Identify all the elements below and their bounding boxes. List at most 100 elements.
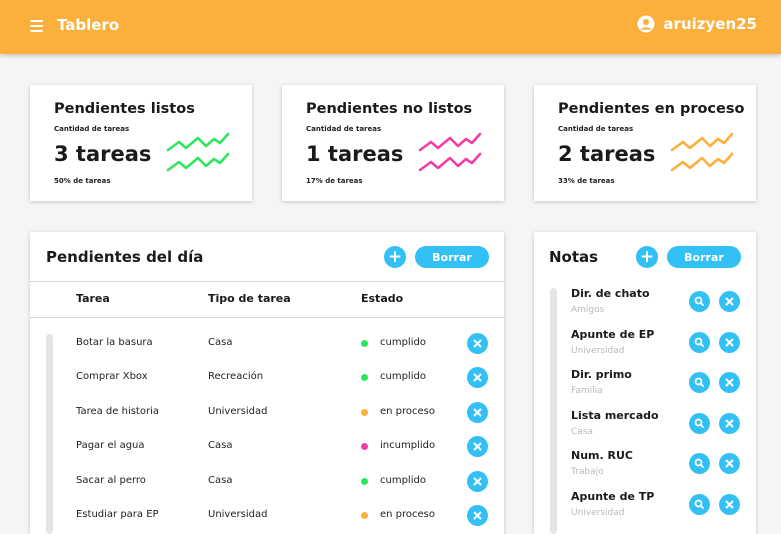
list-item: Dir. de chato Amigos — [534, 287, 756, 327]
close-icon — [473, 511, 482, 520]
stat-value: 2 tareas — [558, 142, 656, 166]
view-note-button[interactable] — [689, 494, 710, 515]
list-item: Dir. primo Familia — [534, 368, 756, 408]
table-row: Comprar Xbox Recreación cumplido — [30, 366, 504, 390]
task-status: en proceso — [380, 509, 436, 520]
task-name: Pagar el agua — [76, 440, 145, 451]
user-menu[interactable]: aruizyen25 — [637, 15, 757, 33]
task-status: en proceso — [380, 406, 436, 417]
tasks-panel: Pendientes del día + Borrar Tarea Tipo d… — [30, 232, 504, 534]
divider — [30, 281, 504, 282]
delete-task-button[interactable] — [467, 333, 488, 354]
table-row: Estudiar para EP Universidad en proceso — [30, 504, 504, 528]
top-bar: Tablero aruizyen25 — [0, 0, 781, 54]
status-dot — [361, 512, 368, 519]
view-note-button[interactable] — [689, 453, 710, 474]
search-icon — [694, 337, 704, 347]
delete-note-button[interactable] — [719, 291, 740, 312]
add-note-button[interactable]: + — [636, 246, 658, 268]
delete-note-button[interactable] — [719, 494, 740, 515]
note-title: Lista mercado — [571, 409, 659, 422]
notes-panel: Notas + Borrar Dir. de chato Amigos Apun… — [534, 232, 756, 534]
plus-icon: + — [387, 246, 403, 267]
table-row: Sacar al perro Casa cumplido — [30, 470, 504, 494]
note-title: Dir. primo — [571, 368, 632, 381]
close-icon — [725, 419, 734, 428]
view-note-button[interactable] — [689, 413, 710, 434]
close-icon — [473, 408, 482, 417]
note-title: Num. RUC — [571, 449, 633, 462]
task-type: Casa — [208, 337, 233, 348]
table-row: Botar la basura Casa cumplido — [30, 332, 504, 356]
note-title: Apunte de TP — [571, 490, 655, 503]
stat-subtitle: Cantidad de tareas — [558, 125, 634, 133]
close-icon — [725, 297, 734, 306]
status-dot — [361, 374, 368, 381]
task-name: Comprar Xbox — [76, 371, 148, 382]
status-dot — [361, 340, 368, 347]
status-dot — [361, 443, 368, 450]
trend-line-icon — [166, 132, 230, 172]
username: aruizyen25 — [663, 15, 757, 33]
note-category: Casa — [571, 427, 594, 437]
task-name: Tarea de historia — [76, 406, 159, 417]
view-note-button[interactable] — [689, 332, 710, 353]
list-item: Lista mercado Casa — [534, 409, 756, 449]
task-name: Botar la basura — [76, 337, 153, 348]
note-category: Familia — [571, 386, 603, 396]
delete-task-button[interactable] — [467, 471, 488, 492]
note-category: Amigos — [571, 305, 605, 315]
task-name: Sacar al perro — [76, 475, 146, 486]
close-icon — [725, 459, 734, 468]
close-icon — [473, 373, 482, 382]
note-title: Dir. de chato — [571, 287, 650, 300]
column-header-type: Tipo de tarea — [208, 292, 291, 305]
task-type: Universidad — [208, 509, 268, 520]
note-category: Trabajo — [571, 467, 604, 477]
task-status: cumplido — [380, 475, 426, 486]
close-icon — [473, 477, 482, 486]
stat-value: 1 tareas — [306, 142, 404, 166]
clear-tasks-button[interactable]: Borrar — [415, 246, 489, 268]
plus-icon: + — [639, 246, 655, 267]
delete-task-button[interactable] — [467, 402, 488, 423]
task-status: incumplido — [380, 440, 436, 451]
search-icon — [694, 377, 704, 387]
clear-notes-button[interactable]: Borrar — [667, 246, 741, 268]
delete-note-button[interactable] — [719, 413, 740, 434]
delete-note-button[interactable] — [719, 332, 740, 353]
delete-note-button[interactable] — [719, 453, 740, 474]
menu-icon[interactable] — [30, 20, 43, 32]
stat-title: Pendientes no listos — [306, 101, 473, 117]
task-name: Estudiar para EP — [76, 509, 159, 520]
view-note-button[interactable] — [689, 291, 710, 312]
stat-subtitle: Cantidad de tareas — [306, 125, 382, 133]
delete-task-button[interactable] — [467, 367, 488, 388]
user-circle-icon — [637, 15, 655, 33]
stat-percent: 17% de tareas — [306, 177, 363, 185]
stat-card-not-done: Pendientes no listos Cantidad de tareas … — [282, 85, 504, 201]
task-type: Casa — [208, 475, 233, 486]
close-icon — [725, 378, 734, 387]
close-icon — [473, 339, 482, 348]
view-note-button[interactable] — [689, 372, 710, 393]
close-icon — [725, 500, 734, 509]
note-category: Universidad — [571, 508, 625, 518]
task-type: Recreación — [208, 371, 264, 382]
add-task-button[interactable]: + — [384, 246, 406, 268]
search-icon — [694, 458, 704, 468]
stat-card-in-progress: Pendientes en proceso Cantidad de tareas… — [534, 85, 756, 201]
close-icon — [725, 338, 734, 347]
notes-title: Notas — [549, 248, 599, 266]
delete-task-button[interactable] — [467, 436, 488, 457]
delete-task-button[interactable] — [467, 505, 488, 526]
delete-note-button[interactable] — [719, 372, 740, 393]
search-icon — [694, 418, 704, 428]
note-category: Universidad — [571, 346, 625, 356]
stat-title: Pendientes listos — [54, 101, 195, 117]
column-header-task: Tarea — [76, 292, 110, 305]
status-dot — [361, 478, 368, 485]
stat-subtitle: Cantidad de tareas — [54, 125, 130, 133]
table-row: Pagar el agua Casa incumplido — [30, 435, 504, 459]
stat-percent: 50% de tareas — [54, 177, 111, 185]
